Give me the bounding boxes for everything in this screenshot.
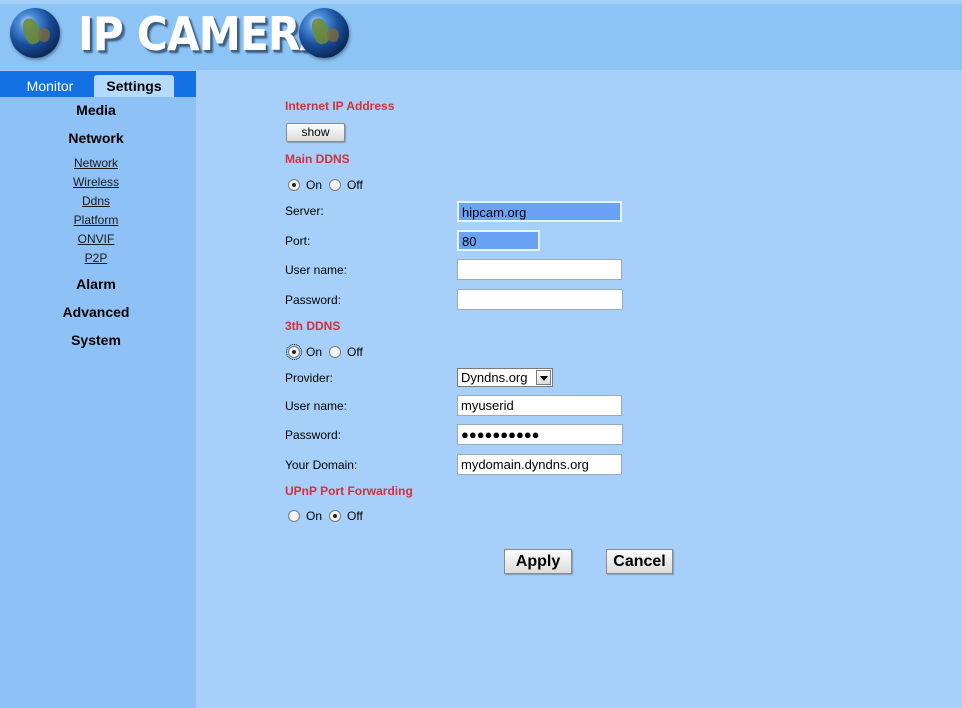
tab-bar: Monitor Settings: [0, 71, 196, 97]
main-ddns-toggle: On Off: [288, 177, 370, 193]
tab-monitor[interactable]: Monitor: [12, 75, 88, 97]
tab-settings[interactable]: Settings: [94, 75, 174, 97]
sidebar-section-advanced[interactable]: Advanced: [0, 304, 192, 320]
cancel-button[interactable]: Cancel: [606, 549, 673, 574]
show-ip-button[interactable]: show: [286, 123, 345, 142]
sidebar-item-ddns[interactable]: Ddns: [0, 194, 192, 208]
main-username-input[interactable]: [457, 259, 622, 280]
main-ddns-title: Main DDNS: [285, 152, 350, 166]
sidebar-item-platform[interactable]: Platform: [0, 213, 192, 227]
third-password-label: Password:: [285, 428, 342, 442]
sidebar-section-alarm[interactable]: Alarm: [0, 276, 192, 292]
upnp-title: UPnP Port Forwarding: [285, 484, 413, 498]
sidebar-item-p2p[interactable]: P2P: [0, 251, 192, 265]
provider-label: Provider:: [285, 371, 334, 385]
third-ddns-on-radio[interactable]: [286, 344, 302, 360]
upnp-off-radio[interactable]: [329, 510, 342, 522]
main-password-input[interactable]: [457, 289, 623, 310]
third-ddns-toggle: On Off: [286, 344, 370, 360]
apply-button[interactable]: Apply: [504, 549, 572, 574]
third-ddns-on-label: On: [306, 345, 323, 359]
third-username-label: User name:: [285, 399, 348, 413]
logo-text: IP CAMERA: [78, 7, 332, 61]
sidebar-section-network[interactable]: Network: [0, 130, 192, 146]
upnp-toggle: On Off: [288, 508, 370, 524]
main-server-label: Server:: [285, 204, 324, 218]
main-port-input[interactable]: 80: [457, 230, 540, 251]
main-username-label: User name:: [285, 263, 348, 277]
third-password-input[interactable]: ●●●●●●●●●●: [457, 424, 623, 445]
domain-input[interactable]: mydomain.dyndns.org: [457, 454, 622, 475]
sidebar-section-media[interactable]: Media: [0, 102, 192, 118]
globe-icon: [299, 8, 349, 58]
header-banner: IP CAMERA: [0, 4, 962, 70]
main-ddns-off-label: Off: [347, 178, 363, 192]
sidebar-item-network[interactable]: Network: [0, 156, 192, 170]
main-ddns-on-label: On: [306, 178, 323, 192]
sidebar: Monitor Settings Media Network Network W…: [0, 71, 196, 708]
sidebar-item-onvif[interactable]: ONVIF: [0, 232, 192, 246]
provider-select-value: Dyndns.org: [461, 370, 528, 385]
main-port-label: Port:: [285, 234, 311, 248]
main-server-input[interactable]: hipcam.org: [457, 201, 622, 222]
upnp-on-label: On: [306, 509, 323, 523]
chevron-down-icon[interactable]: [536, 370, 551, 385]
sidebar-item-wireless[interactable]: Wireless: [0, 175, 192, 189]
third-ddns-off-label: Off: [347, 345, 363, 359]
internet-ip-title: Internet IP Address: [285, 99, 395, 113]
domain-label: Your Domain:: [285, 458, 358, 472]
main-ddns-off-radio[interactable]: [329, 179, 342, 191]
globe-icon: [10, 8, 60, 58]
upnp-off-label: Off: [347, 509, 363, 523]
sidebar-section-system[interactable]: System: [0, 332, 192, 348]
provider-select[interactable]: Dyndns.org: [457, 368, 553, 387]
ddns-settings-panel: Internet IP Address show Main DDNS On Of…: [196, 71, 962, 708]
main-ddns-on-radio[interactable]: [288, 179, 300, 191]
third-ddns-off-radio[interactable]: [329, 346, 342, 358]
upnp-on-radio[interactable]: [288, 510, 300, 522]
third-ddns-title: 3th DDNS: [285, 319, 341, 333]
main-password-label: Password:: [285, 293, 342, 307]
third-username-input[interactable]: myuserid: [457, 395, 622, 416]
